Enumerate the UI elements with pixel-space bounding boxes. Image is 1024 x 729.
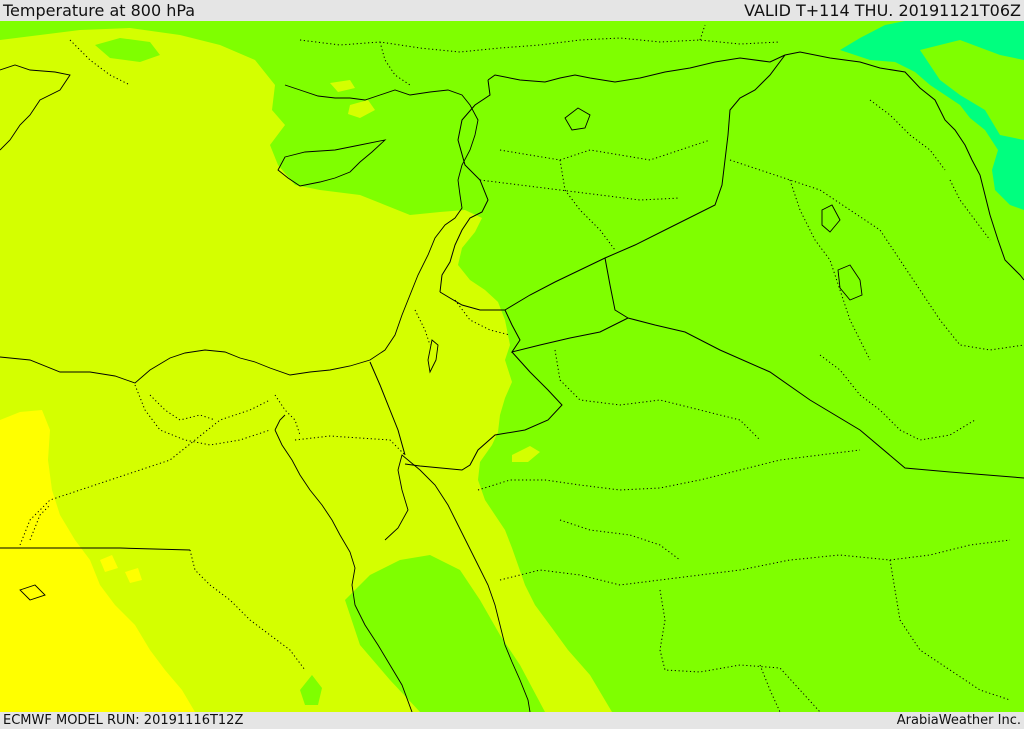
- model-run: ECMWF MODEL RUN: 20191116T12Z: [3, 713, 244, 728]
- map-canvas: [0, 21, 1024, 712]
- credit: ArabiaWeather Inc.: [896, 713, 1021, 728]
- header-bar: Temperature at 800 hPa VALID T+114 THU. …: [0, 0, 1024, 21]
- valid-time: VALID T+114 THU. 20191121T06Z: [744, 1, 1021, 20]
- map-title: Temperature at 800 hPa: [3, 1, 196, 20]
- temperature-map[interactable]: [0, 21, 1024, 712]
- footer-bar: ECMWF MODEL RUN: 20191116T12Z ArabiaWeat…: [0, 712, 1024, 729]
